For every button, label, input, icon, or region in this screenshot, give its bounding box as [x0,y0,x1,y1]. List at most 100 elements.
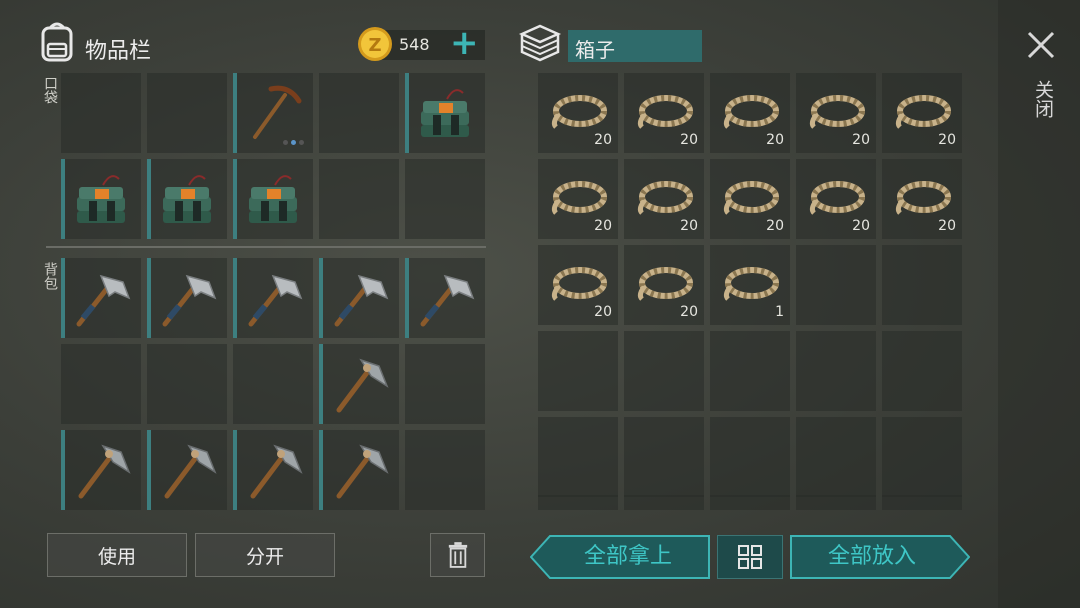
pocket-slot-empty[interactable] [319,73,399,153]
box-slot[interactable]: 20 [710,73,790,153]
pocket-slot[interactable] [233,159,313,239]
item-count: 20 [938,132,956,148]
put-all-button[interactable]: 全部放入 [790,535,970,579]
box-slot[interactable]: 20 [624,73,704,153]
pocket-slot[interactable] [147,159,227,239]
box-slot-empty[interactable] [624,495,704,510]
trash-button[interactable] [430,533,485,577]
item-count: 20 [594,304,612,320]
box-icon [518,22,562,62]
durability-bar [61,258,65,338]
split-button[interactable]: 分开 [195,533,335,577]
box-slot-empty[interactable] [796,331,876,411]
box-slot-empty[interactable] [624,331,704,411]
backpack-slot[interactable] [233,430,313,510]
backpack-slot-empty[interactable] [147,344,227,424]
pocket-slot-empty[interactable] [319,159,399,239]
svg-text:Z: Z [368,35,381,56]
backpack-label: 背包 [42,262,58,290]
divider [46,246,486,248]
close-icon [1027,31,1055,59]
box-slot-empty[interactable] [882,495,962,510]
add-coins-button[interactable]: + [450,22,479,64]
item-count: 20 [852,132,870,148]
item-count: 20 [594,218,612,234]
durability-bar [147,159,151,239]
box-slot-empty[interactable] [882,417,962,497]
coin-icon: Z [357,26,393,62]
durability-bar [319,344,323,424]
put-all-label: 全部放入 [827,544,916,569]
box-slot-empty[interactable] [538,331,618,411]
box-slot-empty[interactable] [710,495,790,510]
pocket-slot-empty[interactable] [405,159,485,239]
box-slot[interactable]: 20 [538,73,618,153]
backpack-slot[interactable] [319,258,399,338]
take-all-label: 全部拿上 [583,544,672,569]
close-button[interactable] [1024,28,1058,62]
box-slot[interactable]: 20 [796,159,876,239]
inventory-title: 物品栏 [85,39,152,64]
take-all-button[interactable]: 全部拿上 [530,535,710,579]
box-slot-empty[interactable] [710,331,790,411]
box-slot[interactable]: 20 [710,159,790,239]
backpack-slot[interactable] [147,258,227,338]
backpack-slot[interactable] [233,258,313,338]
box-slot-empty[interactable] [538,417,618,497]
trash-icon [448,542,467,568]
box-slot[interactable]: 20 [538,245,618,325]
backpack-slot[interactable] [319,344,399,424]
item-count: 20 [766,218,784,234]
box-slot[interactable]: 20 [796,73,876,153]
box-slot[interactable]: 1 [710,245,790,325]
backpack-slot-empty[interactable] [405,344,485,424]
box-title: 箱子 [575,38,615,62]
sort-button[interactable] [717,535,783,579]
backpack-slot[interactable] [61,430,141,510]
backpack-slot[interactable] [61,258,141,338]
box-slot[interactable]: 20 [624,245,704,325]
item-count: 1 [775,304,784,320]
backpack-slot[interactable] [147,430,227,510]
box-slot-empty[interactable] [710,417,790,497]
box-slot-empty[interactable] [882,245,962,325]
durability-bar [233,159,237,239]
backpack-icon [38,20,76,62]
box-slot[interactable]: 20 [882,73,962,153]
pocket-slot[interactable] [233,73,313,153]
durability-bar [233,258,237,338]
box-slot[interactable]: 20 [538,159,618,239]
backpack-slot-empty[interactable] [233,344,313,424]
grid-sort-icon [738,545,762,569]
item-count: 20 [852,218,870,234]
durability-bar [405,73,409,153]
pocket-slot[interactable] [405,73,485,153]
backpack-slot[interactable] [405,258,485,338]
item-count: 20 [594,132,612,148]
box-slot-empty[interactable] [796,245,876,325]
durability-bar [233,430,237,510]
box-slot-empty[interactable] [796,495,876,510]
durability-bar [61,430,65,510]
item-count: 20 [680,132,698,148]
use-button[interactable]: 使用 [47,533,187,577]
durability-bar [319,258,323,338]
durability-bar [147,258,151,338]
pocket-slot[interactable] [61,159,141,239]
item-count: 20 [938,218,956,234]
backpack-slot[interactable] [319,430,399,510]
box-slot-empty[interactable] [624,417,704,497]
box-slot-empty[interactable] [538,495,618,510]
backpack-slot-empty[interactable] [405,430,485,510]
durability-bar [233,73,237,153]
pocket-slot-empty[interactable] [61,73,141,153]
box-slot-empty[interactable] [882,331,962,411]
durability-bar [61,159,65,239]
pocket-slot-empty[interactable] [147,73,227,153]
box-slot[interactable]: 20 [882,159,962,239]
close-label[interactable]: 关闭 [1030,80,1057,118]
backpack-slot-empty[interactable] [61,344,141,424]
item-count: 20 [680,218,698,234]
box-slot[interactable]: 20 [624,159,704,239]
box-slot-empty[interactable] [796,417,876,497]
